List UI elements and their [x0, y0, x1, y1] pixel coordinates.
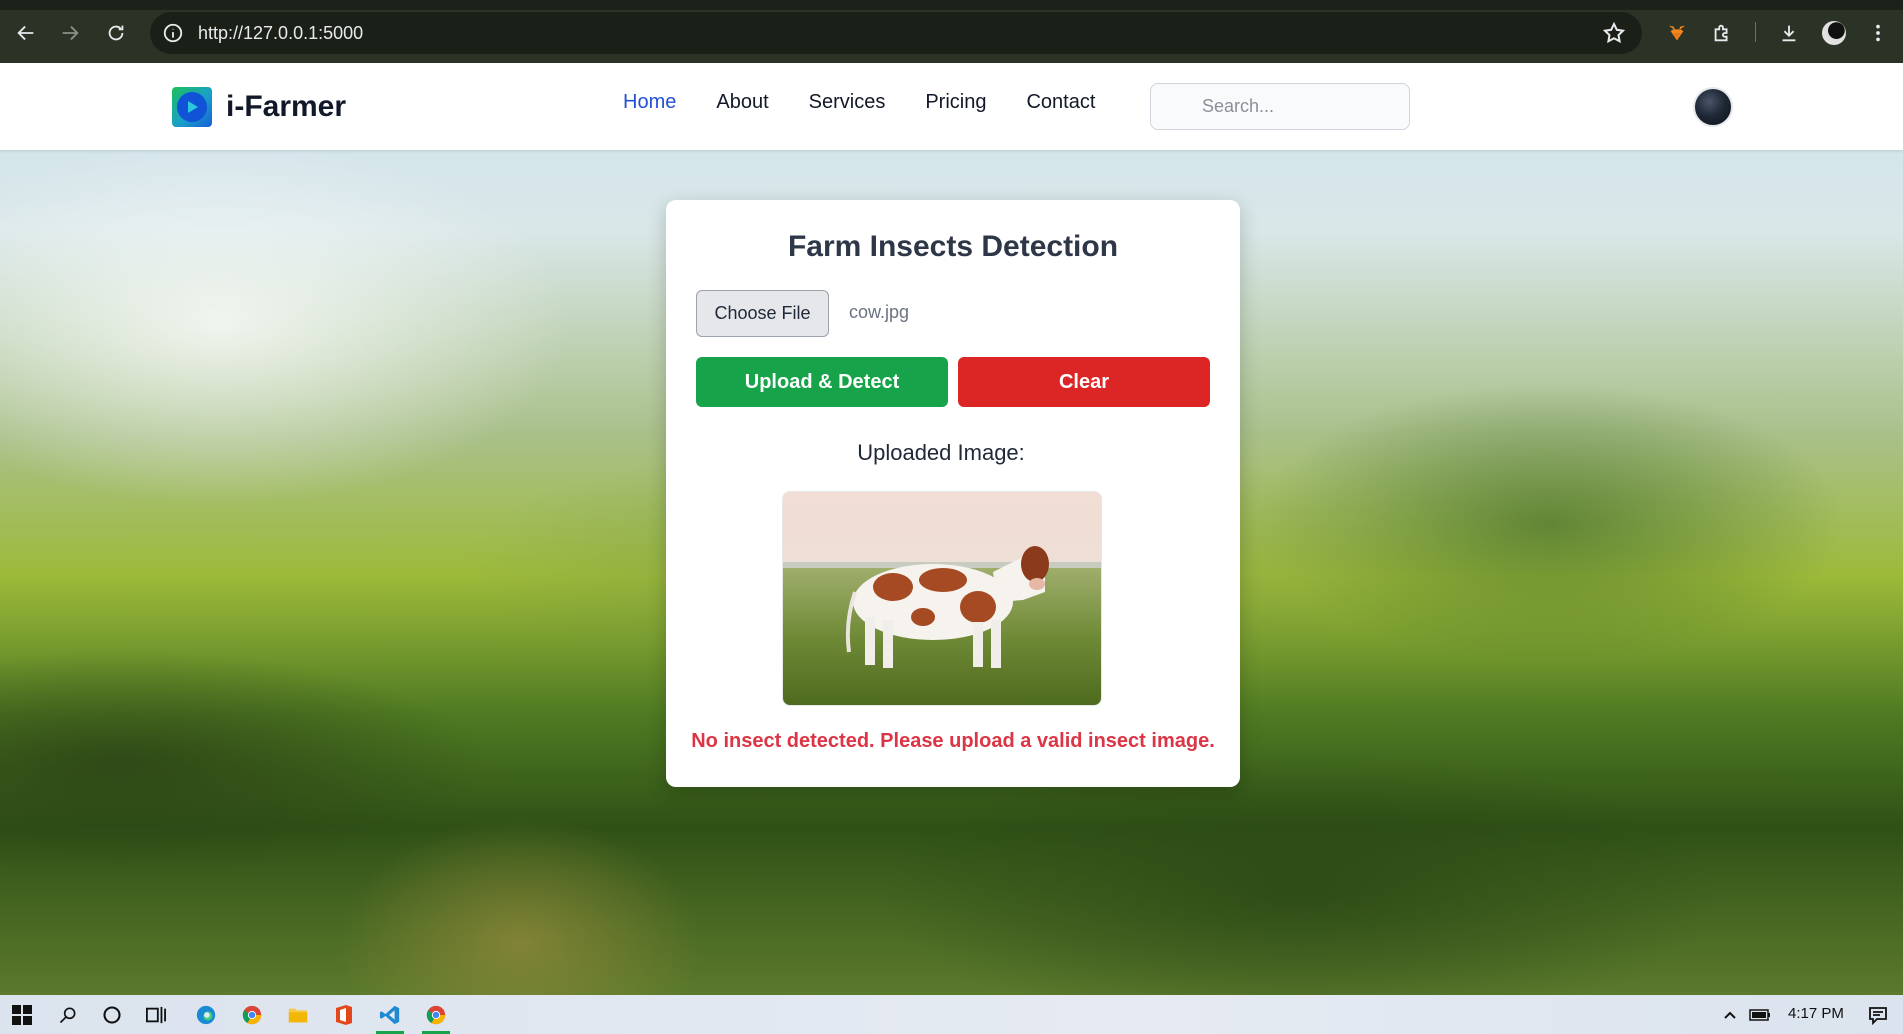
site-navbar: i-Farmer Home About Services Pricing Con…: [0, 63, 1903, 150]
bookmark-star-icon[interactable]: [1602, 21, 1626, 45]
kebab-menu-icon: [1876, 24, 1880, 42]
detection-card: Farm Insects Detection Choose File cow.j…: [666, 200, 1240, 787]
detection-result-message: No insect detected. Please upload a vali…: [691, 730, 1215, 752]
folder-icon: [288, 1008, 308, 1023]
toolbar-divider: [1755, 22, 1756, 42]
arrow-left-icon: [17, 25, 34, 41]
uploaded-image-preview: [782, 491, 1102, 706]
brand-name: i-Farmer: [226, 90, 347, 123]
address-bar[interactable]: http://127.0.0.1:5000: [150, 12, 1642, 54]
url-text: http://127.0.0.1:5000: [198, 22, 364, 43]
metamask-extension-button[interactable]: [1657, 13, 1697, 53]
cow-image: [783, 492, 1101, 705]
taskbar-edge[interactable]: [188, 1000, 224, 1030]
brand-logo-icon: [172, 87, 212, 127]
reload-icon: [108, 25, 124, 41]
back-button[interactable]: [6, 13, 46, 53]
clear-button[interactable]: Clear: [958, 357, 1210, 407]
card-title: Farm Insects Detection: [787, 230, 1119, 263]
task-view-button[interactable]: [138, 1000, 174, 1030]
search-input[interactable]: [1150, 83, 1410, 130]
menu-button[interactable]: [1858, 13, 1898, 53]
arrow-right-icon: [62, 25, 79, 41]
vscode-icon: [379, 1005, 400, 1025]
tab-strip: [0, 0, 1903, 10]
nav-link-pricing[interactable]: Pricing: [925, 91, 986, 114]
info-icon: [163, 23, 183, 43]
taskbar-vscode[interactable]: [372, 1000, 408, 1034]
start-button[interactable]: [4, 1000, 40, 1030]
brand[interactable]: i-Farmer: [172, 87, 346, 127]
browser-toolbar: http://127.0.0.1:5000: [0, 0, 1903, 63]
chrome-icon: [426, 1005, 446, 1025]
choose-file-button[interactable]: Choose File: [696, 290, 829, 337]
office-icon: [336, 1005, 352, 1025]
notifications-button[interactable]: [1860, 1000, 1896, 1030]
nav-link-services[interactable]: Services: [809, 91, 886, 114]
edge-icon: [196, 1005, 216, 1025]
extensions-button[interactable]: [1702, 13, 1742, 53]
chevron-up-icon: [1724, 1011, 1736, 1019]
cortana-button[interactable]: [94, 1000, 130, 1030]
nav-link-about[interactable]: About: [716, 91, 768, 114]
taskbar-file-explorer[interactable]: [280, 1000, 316, 1030]
profile-button[interactable]: [1814, 13, 1854, 53]
nav-link-home[interactable]: Home: [623, 91, 676, 114]
windows-logo-icon: [12, 1005, 32, 1025]
taskbar-chrome[interactable]: [234, 1000, 270, 1030]
reload-button[interactable]: [96, 13, 136, 53]
play-icon: [188, 101, 198, 113]
profile-avatar-icon: [1822, 21, 1846, 45]
page-viewport: i-Farmer Home About Services Pricing Con…: [0, 63, 1903, 995]
forward-button[interactable]: [50, 13, 90, 53]
task-view-icon: [146, 1006, 166, 1024]
downloads-button[interactable]: [1769, 13, 1809, 53]
nav-link-contact[interactable]: Contact: [1026, 91, 1095, 114]
user-avatar[interactable]: [1693, 87, 1733, 127]
taskbar-office[interactable]: [326, 1000, 362, 1030]
taskbar-search-button[interactable]: [50, 1000, 86, 1030]
notification-icon: [1869, 1007, 1887, 1025]
chrome-icon: [242, 1005, 262, 1025]
clock[interactable]: 4:17 PM: [1788, 1005, 1844, 1022]
os-taskbar: 4:17 PM: [0, 995, 1903, 1034]
selected-file-name: cow.jpg: [849, 302, 910, 322]
circle-icon: [103, 1006, 121, 1024]
uploaded-image-label: Uploaded Image:: [857, 440, 1025, 465]
battery-indicator[interactable]: [1742, 1000, 1778, 1030]
fox-icon: [1668, 25, 1686, 41]
puzzle-icon: [1714, 24, 1728, 42]
taskbar-chrome-active[interactable]: [418, 1000, 454, 1034]
search-icon: [59, 1007, 76, 1024]
battery-icon: [1749, 1009, 1770, 1021]
nav-links: Home About Services Pricing Contact: [623, 91, 1095, 114]
download-icon: [1782, 25, 1796, 42]
upload-detect-button[interactable]: Upload & Detect: [696, 357, 948, 407]
